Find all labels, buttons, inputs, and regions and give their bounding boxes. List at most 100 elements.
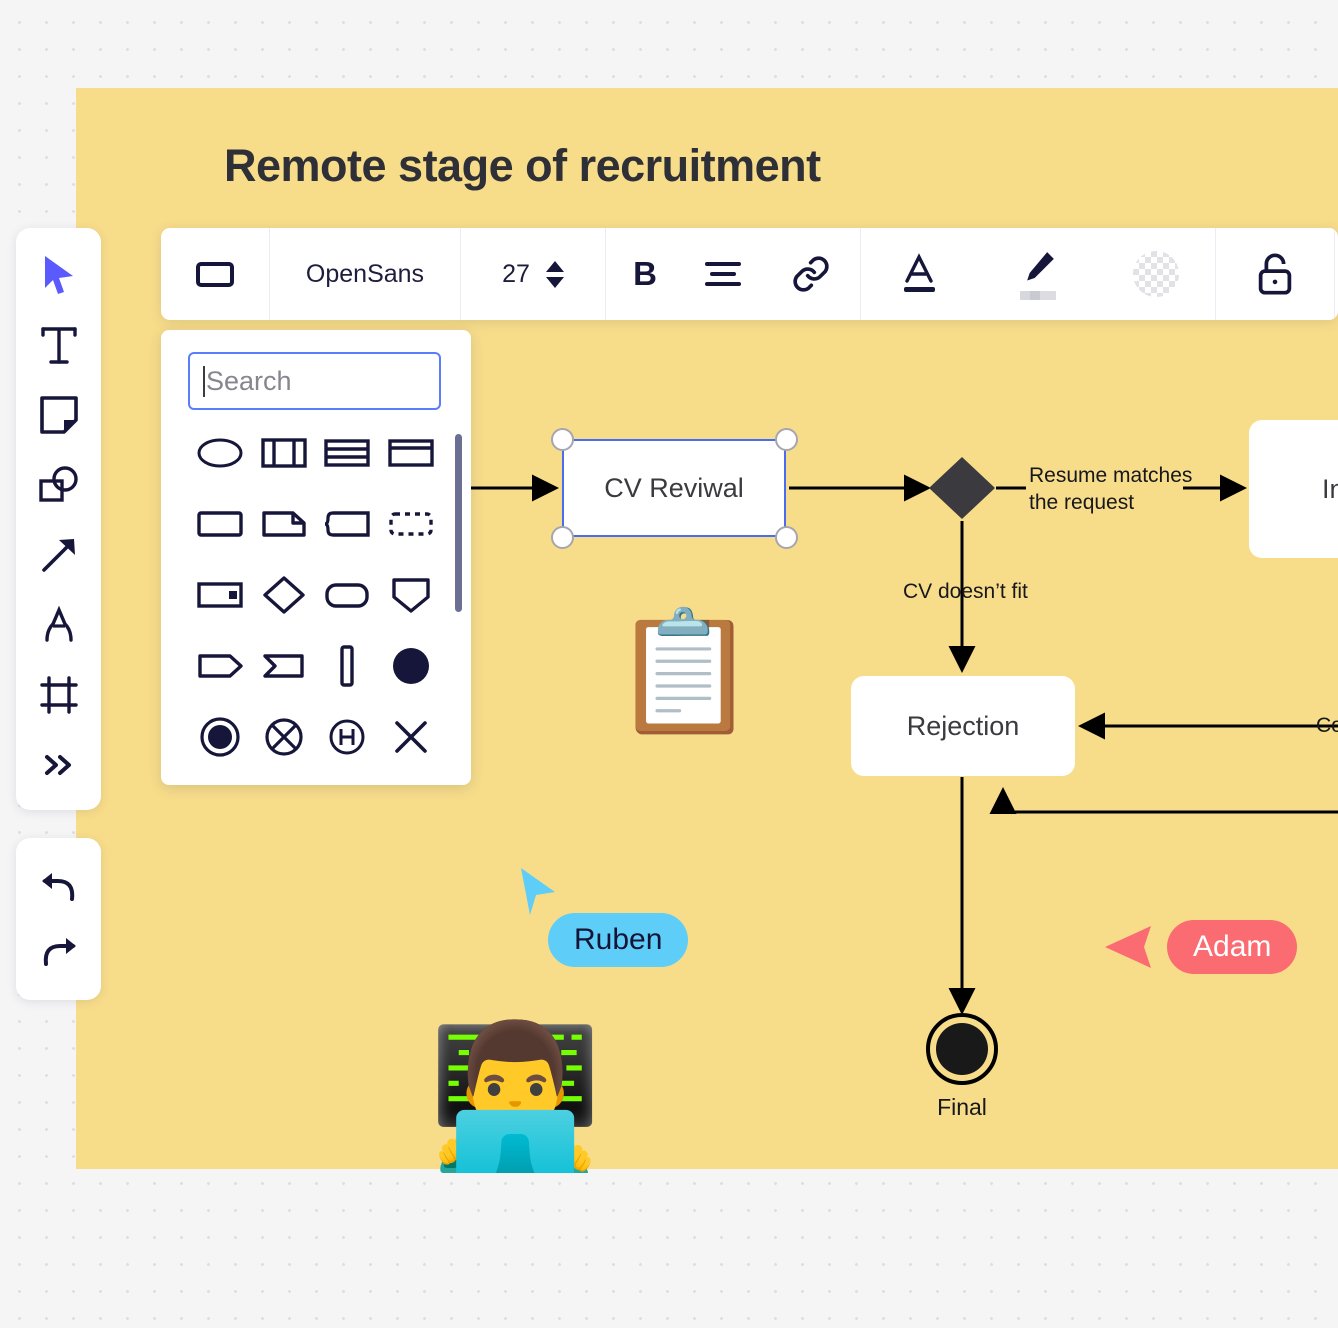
shape-rounded-rectangle[interactable] xyxy=(316,572,380,618)
edge-label-resume-matches: Resume matches the request xyxy=(1029,464,1193,515)
node-invite-label: Invite in xyxy=(1321,473,1338,504)
shape-circle-h[interactable] xyxy=(316,714,380,760)
cursor-ruben-label: Ruben xyxy=(548,913,689,967)
shape-grid xyxy=(188,430,443,760)
redo-icon xyxy=(43,937,76,966)
shape-search-input[interactable]: Search xyxy=(188,352,441,410)
undo-button[interactable] xyxy=(27,854,91,919)
pen-tool[interactable] xyxy=(27,590,91,660)
text-color-icon xyxy=(904,253,935,292)
node-invite[interactable]: Invite in xyxy=(1249,420,1338,558)
cursor-pointer-left-icon xyxy=(1105,926,1151,968)
pen-curve-icon xyxy=(44,605,73,642)
chevron-down-icon[interactable] xyxy=(545,276,564,288)
rectangle-icon xyxy=(196,262,234,287)
link-icon xyxy=(793,256,829,292)
undo-icon xyxy=(41,872,74,901)
shape-diamond[interactable] xyxy=(252,572,316,618)
toolbar-group-lock xyxy=(1216,228,1335,320)
text-caret xyxy=(203,365,205,397)
note-marker-icon xyxy=(197,582,243,608)
tag-icon xyxy=(198,654,243,678)
folded-corner-icon xyxy=(261,511,306,537)
text-tool[interactable] xyxy=(27,310,91,380)
edge-label-cv-doesnt-fit: CV doesn’t fit xyxy=(903,580,1028,603)
align-button[interactable] xyxy=(684,228,762,320)
shape-columns[interactable] xyxy=(252,430,316,476)
resize-handle-bottom-left[interactable] xyxy=(551,526,574,549)
shape-ellipse[interactable] xyxy=(188,430,252,476)
toolbar-group-text: B xyxy=(606,228,861,320)
shape-note-marker[interactable] xyxy=(188,572,252,618)
tool-rail xyxy=(16,228,101,810)
sticky-note-icon xyxy=(39,396,78,434)
select-tool[interactable] xyxy=(27,240,91,310)
technologist-sticker[interactable]: 👨‍💻 xyxy=(428,1026,602,1166)
shapes-tool[interactable] xyxy=(27,450,91,520)
diamond-icon xyxy=(262,576,305,614)
shape-panel-scrollbar[interactable] xyxy=(455,434,462,612)
cursor-adam-label: Adam xyxy=(1167,920,1298,974)
redo-button[interactable] xyxy=(27,919,91,984)
link-button[interactable] xyxy=(762,228,860,320)
shape-folded-corner[interactable] xyxy=(252,501,316,547)
shape-cross[interactable] xyxy=(379,714,443,760)
shape-bracket-box[interactable] xyxy=(316,501,380,547)
frame-tool[interactable] xyxy=(27,660,91,730)
toolbar-group-font: OpenSans xyxy=(270,228,461,320)
node-rejection[interactable]: Rejection xyxy=(851,676,1075,776)
bracket-box-icon xyxy=(325,511,371,537)
shape-crossed-circle[interactable] xyxy=(252,714,316,760)
resize-handle-top-left[interactable] xyxy=(551,428,574,451)
shape-chevron-banner[interactable] xyxy=(252,643,316,689)
chevron-banner-icon xyxy=(262,654,304,678)
more-tools[interactable] xyxy=(27,730,91,800)
shape-header-box[interactable] xyxy=(379,430,443,476)
arrow-tool[interactable] xyxy=(27,520,91,590)
resize-handle-top-right[interactable] xyxy=(775,428,798,451)
shape-picker-panel: Search xyxy=(161,330,471,785)
chevron-up-icon[interactable] xyxy=(545,260,564,272)
vertical-bar-icon xyxy=(340,645,355,687)
shape-end-state[interactable] xyxy=(188,714,252,760)
header-box-icon xyxy=(388,439,434,467)
arrow-icon xyxy=(41,539,75,572)
shape-shield[interactable] xyxy=(379,572,443,618)
shape-vertical-bar[interactable] xyxy=(316,643,380,689)
cross-icon xyxy=(395,721,427,753)
shape-filled-circle[interactable] xyxy=(379,643,443,689)
highlighter-icon xyxy=(1027,252,1054,281)
shape-dashed-rectangle[interactable] xyxy=(379,501,443,547)
font-size-stepper[interactable]: 27 xyxy=(461,228,605,320)
chevrons-right-icon xyxy=(44,755,71,775)
sticky-note-tool[interactable] xyxy=(27,380,91,450)
font-family-select[interactable]: OpenSans xyxy=(270,228,460,320)
bold-button[interactable]: B xyxy=(606,228,684,320)
text-icon xyxy=(40,327,77,364)
cursor-adam: Adam xyxy=(1103,920,1298,983)
shape-tag[interactable] xyxy=(188,643,252,689)
cursor-pointer-icon xyxy=(521,868,555,915)
text-color-button[interactable] xyxy=(861,228,979,320)
font-size-value: 27 xyxy=(502,259,530,288)
columns-icon xyxy=(260,438,307,468)
resize-handle-bottom-right[interactable] xyxy=(775,526,798,549)
font-size-spinner[interactable] xyxy=(545,260,564,288)
shape-table-rows[interactable] xyxy=(316,430,380,476)
cursor-ruben: Ruben xyxy=(519,868,689,967)
fill-color-button[interactable] xyxy=(1097,228,1215,320)
node-cv-review[interactable]: CV Reviwal xyxy=(562,439,786,537)
node-rejection-label: Rejection xyxy=(906,710,1020,741)
rectangle-icon xyxy=(197,511,243,537)
shield-icon xyxy=(392,578,430,613)
toolbar-group-shape xyxy=(161,228,270,320)
cursor-icon xyxy=(44,256,73,294)
filled-circle-icon xyxy=(393,648,430,684)
highlighter-button[interactable] xyxy=(979,228,1097,320)
lock-button[interactable] xyxy=(1216,228,1334,320)
clipboard-sticker[interactable]: 📋 xyxy=(611,613,758,731)
shape-rectangle[interactable] xyxy=(188,501,252,547)
format-toolbar: OpenSans 27 B xyxy=(161,228,1338,320)
shape-style-button[interactable] xyxy=(161,228,269,320)
highlighter-color-bar xyxy=(1020,291,1056,300)
